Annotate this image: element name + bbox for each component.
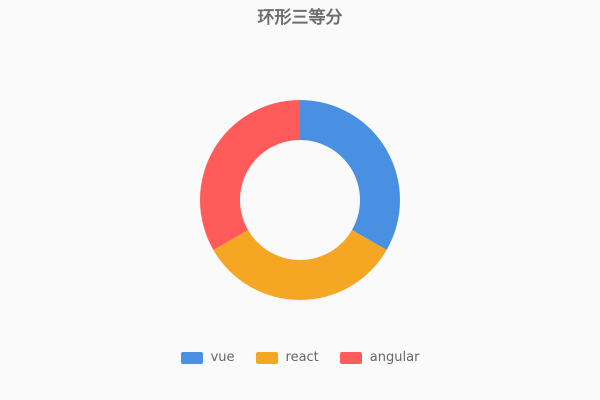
legend-item-react[interactable]: react xyxy=(255,350,319,366)
donut-slice-vue[interactable] xyxy=(300,100,400,250)
legend-item-vue[interactable]: vue xyxy=(180,350,235,366)
legend-label-angular: angular xyxy=(369,350,420,365)
chart-container: 环形三等分 vue react angular xyxy=(0,0,600,400)
legend-item-angular[interactable]: angular xyxy=(339,350,420,366)
donut-slice-react[interactable] xyxy=(213,230,387,300)
legend-label-vue: vue xyxy=(210,350,235,365)
donut-chart xyxy=(199,100,400,300)
legend-swatch-angular xyxy=(339,352,362,364)
legend-swatch-vue xyxy=(180,352,203,364)
donut-slice-angular[interactable] xyxy=(199,100,300,250)
chart-legend: vue react angular xyxy=(0,350,600,366)
legend-swatch-react xyxy=(255,352,278,364)
legend-label-react: react xyxy=(285,350,319,365)
